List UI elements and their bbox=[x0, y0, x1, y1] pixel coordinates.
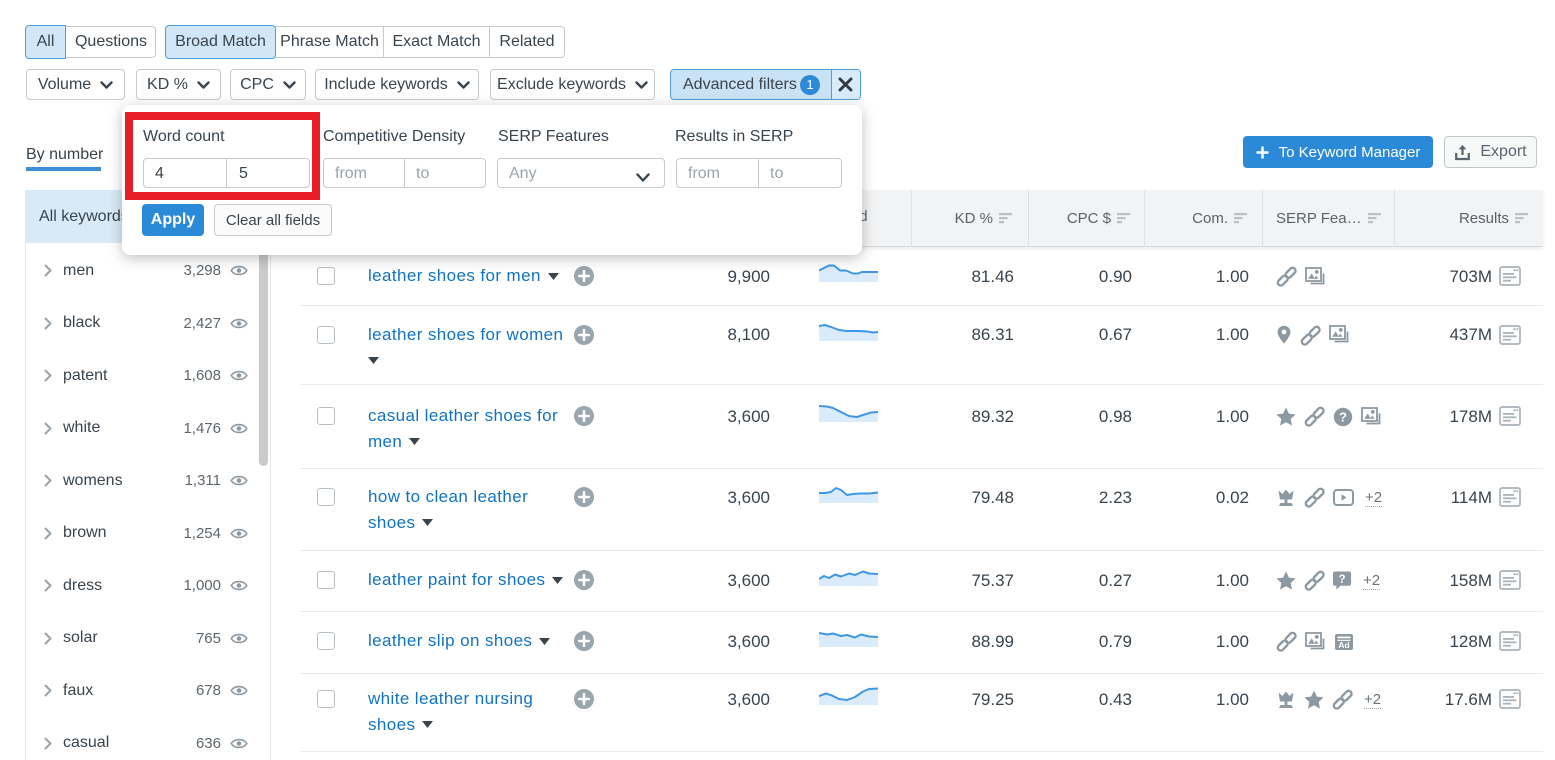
svg-text:?: ? bbox=[1339, 409, 1347, 424]
svg-text:?: ? bbox=[1338, 574, 1345, 586]
svg-text:Ad: Ad bbox=[1338, 639, 1349, 649]
